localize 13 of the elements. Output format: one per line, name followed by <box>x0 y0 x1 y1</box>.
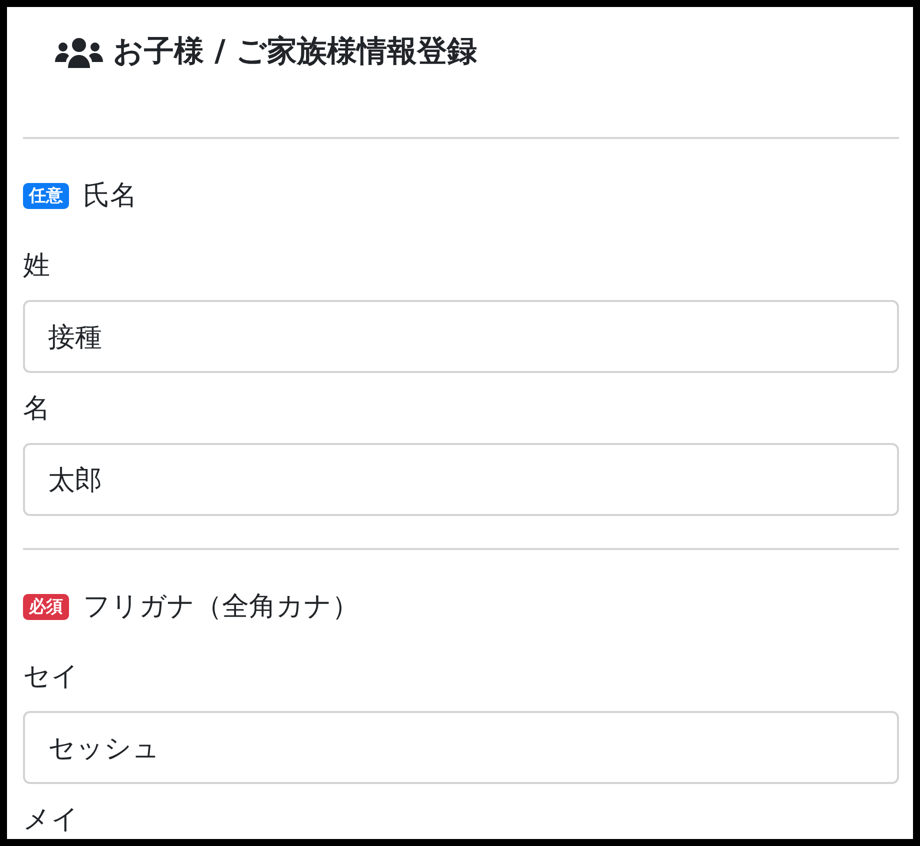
field-label: 姓 <box>23 251 50 281</box>
field-label: セイ <box>23 662 79 692</box>
section-label: フリガナ（全角カナ） <box>83 592 359 622</box>
input-field[interactable]: セッシュ <box>23 711 899 784</box>
field-label: 名 <box>23 394 50 424</box>
optional-badge: 任意 <box>23 183 69 209</box>
page-title: お子様 / ご家族様情報登録 <box>113 33 477 71</box>
users-icon <box>55 36 103 68</box>
field-label: メイ <box>23 805 79 835</box>
required-badge: 必須 <box>23 594 69 620</box>
section-label: 氏名 <box>83 181 137 211</box>
input-field[interactable]: 接種 <box>23 300 899 373</box>
input-field[interactable]: 太郎 <box>23 443 899 516</box>
